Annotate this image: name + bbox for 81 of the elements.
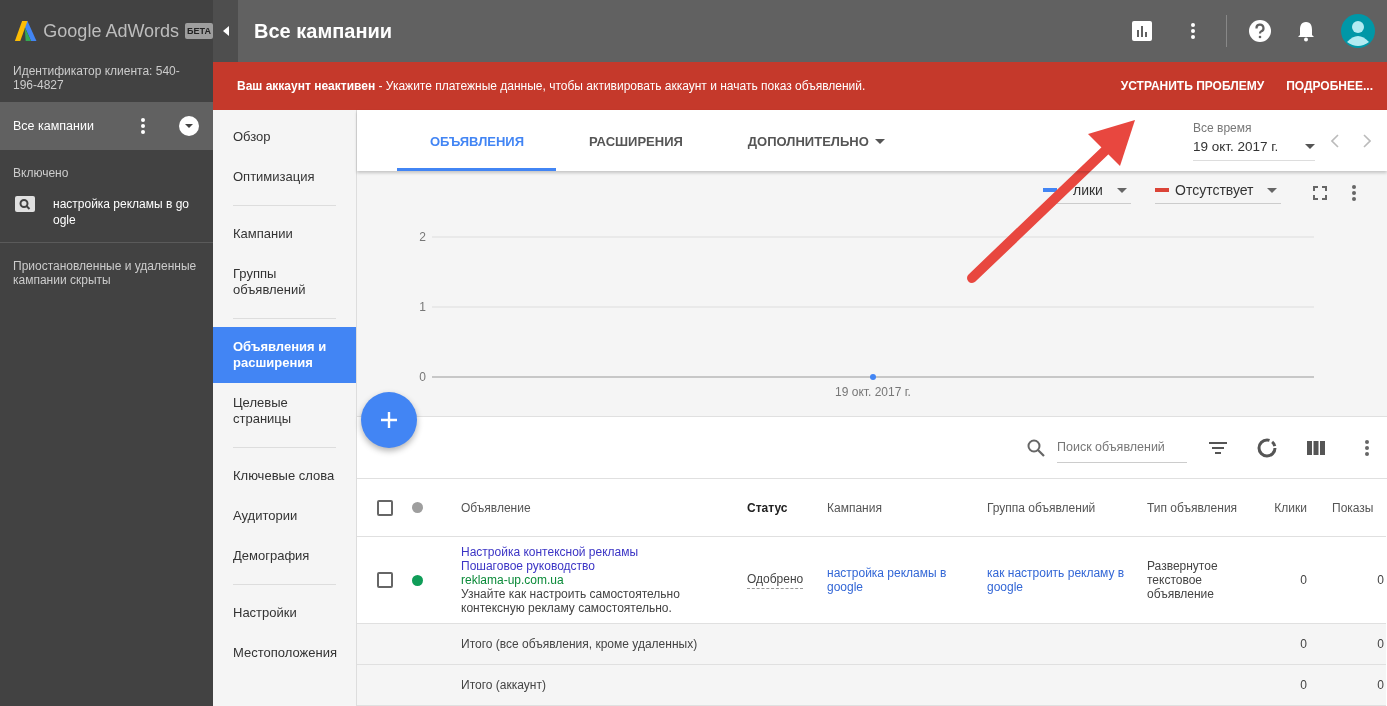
caret-icon bbox=[1305, 143, 1315, 149]
plus-icon bbox=[380, 411, 398, 429]
nav-item[interactable]: Целевые страницы bbox=[213, 383, 356, 439]
column-header: Группа объявлений bbox=[987, 500, 1096, 515]
y-tick-label: 2 bbox=[419, 230, 426, 245]
ad-headline-link[interactable]: Пошаговое руководство bbox=[461, 559, 595, 573]
y-tick-label: 1 bbox=[419, 300, 426, 315]
table-cell: 0 bbox=[1377, 573, 1384, 587]
nav-item[interactable]: Местоположения bbox=[213, 633, 356, 673]
beta-badge: БЕТА bbox=[185, 23, 213, 39]
table-cell: 0 bbox=[1300, 678, 1307, 692]
metric-dropdown[interactable]: Отсутствует bbox=[1155, 182, 1281, 205]
collapse-icon bbox=[222, 26, 229, 36]
current-account-item[interactable]: Все кампании bbox=[0, 102, 213, 150]
total-label: Итого (аккаунт) bbox=[461, 678, 546, 692]
filter-icon[interactable] bbox=[1209, 441, 1227, 454]
search-field[interactable]: Поиск объявлений bbox=[1057, 432, 1187, 464]
ad-url: reklama-up.com.ua bbox=[461, 573, 564, 587]
caret-icon bbox=[1117, 187, 1127, 193]
page-title: Все кампании bbox=[254, 19, 394, 43]
chart-icon[interactable] bbox=[1132, 21, 1152, 41]
more-vert-icon bbox=[140, 117, 146, 135]
bell-icon[interactable] bbox=[1297, 20, 1315, 42]
nav-item[interactable]: Настройки bbox=[213, 593, 356, 633]
inactive-account-message: Ваш аккаунт неактивен - Укажите платежные данные, чтобы активировать аккаунт и начать показ объявлений. bbox=[237, 79, 867, 93]
date-range-field[interactable]: Все время 19 окт. 2017 г. bbox=[1193, 120, 1315, 161]
caret-icon bbox=[1267, 187, 1277, 193]
dropdown-icon bbox=[178, 115, 200, 137]
table-cell: 0 bbox=[1377, 637, 1384, 651]
nav-item[interactable]: Кампании bbox=[213, 214, 356, 254]
caret-icon bbox=[874, 138, 885, 144]
column-header: Статус bbox=[747, 500, 788, 515]
x-tick-label: 19 окт. 2017 г. bbox=[835, 385, 911, 400]
column-header: Тип объявления bbox=[1147, 500, 1238, 515]
metric-dropdown[interactable]: лики bbox=[1043, 182, 1131, 205]
table-cell: 0 bbox=[1377, 678, 1384, 692]
column-header: Объявление bbox=[461, 500, 531, 515]
y-tick-label: 0 bbox=[419, 370, 426, 385]
ad-headline-link[interactable]: Настройка контексной рекламы bbox=[461, 545, 639, 559]
columns-icon[interactable] bbox=[1307, 440, 1325, 455]
fullscreen-icon[interactable] bbox=[1313, 186, 1327, 201]
total-label: Итого (все объявления, кроме удаленных) bbox=[461, 637, 698, 651]
tab[interactable]: ДОПОЛНИТЕЛЬНО bbox=[714, 110, 917, 172]
more-vert-icon[interactable] bbox=[1190, 22, 1196, 40]
hidden-campaigns-note: Приостановленные и удаленные кампании скрыты bbox=[12, 258, 198, 289]
tab[interactable]: РАСШИРЕНИЯ bbox=[556, 110, 715, 172]
section-label: Включено bbox=[12, 165, 70, 182]
add-button[interactable] bbox=[361, 392, 417, 448]
nav-item[interactable]: Оптимизация bbox=[213, 157, 356, 197]
nav-item[interactable]: Объявления и расширения bbox=[213, 327, 356, 383]
nav-item[interactable]: Ключевые слова bbox=[213, 456, 356, 496]
ad-group-link[interactable]: как настроить рекламу в google bbox=[987, 566, 1132, 594]
column-header: Показы bbox=[1332, 500, 1374, 515]
nav-item[interactable]: Обзор bbox=[213, 117, 356, 157]
checkbox[interactable] bbox=[377, 499, 393, 516]
table-cell: 0 bbox=[1300, 637, 1307, 651]
table-cell: 0 bbox=[1300, 573, 1307, 587]
adwords-logo-icon bbox=[14, 18, 38, 44]
column-header: Клики bbox=[1274, 500, 1307, 515]
checkbox[interactable] bbox=[377, 572, 393, 588]
client-id: Идентификатор клиента: 540-196-4827 bbox=[12, 63, 181, 94]
more-vert-icon[interactable] bbox=[1352, 185, 1356, 202]
collapse-button[interactable] bbox=[213, 0, 238, 62]
status-text: Одобрено bbox=[747, 571, 804, 589]
ad-type: Развернутое текстовое объявление bbox=[1147, 559, 1219, 601]
banner-link[interactable]: ПОДРОБНЕЕ... bbox=[1278, 79, 1373, 93]
nav-item[interactable]: Группы объявлений bbox=[213, 254, 356, 310]
help-icon[interactable] bbox=[1249, 20, 1271, 42]
ad-description: Узнайте как настроить самостоятельно контексную рекламу самостоятельно. bbox=[461, 587, 681, 615]
column-header: Кампания bbox=[827, 500, 882, 515]
avatar-icon[interactable] bbox=[1341, 14, 1375, 48]
campaign-item[interactable]: настройка рекламы в google bbox=[53, 196, 193, 228]
product-name: Google AdWords bbox=[43, 20, 180, 42]
nav-item[interactable]: Демография bbox=[213, 536, 356, 576]
search-icon bbox=[15, 196, 35, 212]
campaign-link[interactable]: настройка рекламы в google bbox=[827, 566, 972, 594]
nav-item[interactable]: Аудитории bbox=[213, 496, 356, 536]
more-vert-icon[interactable] bbox=[1365, 439, 1369, 456]
data-point bbox=[870, 374, 876, 381]
banner-link[interactable]: УСТРАНИТЬ ПРОБЛЕМУ bbox=[1112, 79, 1265, 93]
search-icon bbox=[1027, 438, 1045, 457]
